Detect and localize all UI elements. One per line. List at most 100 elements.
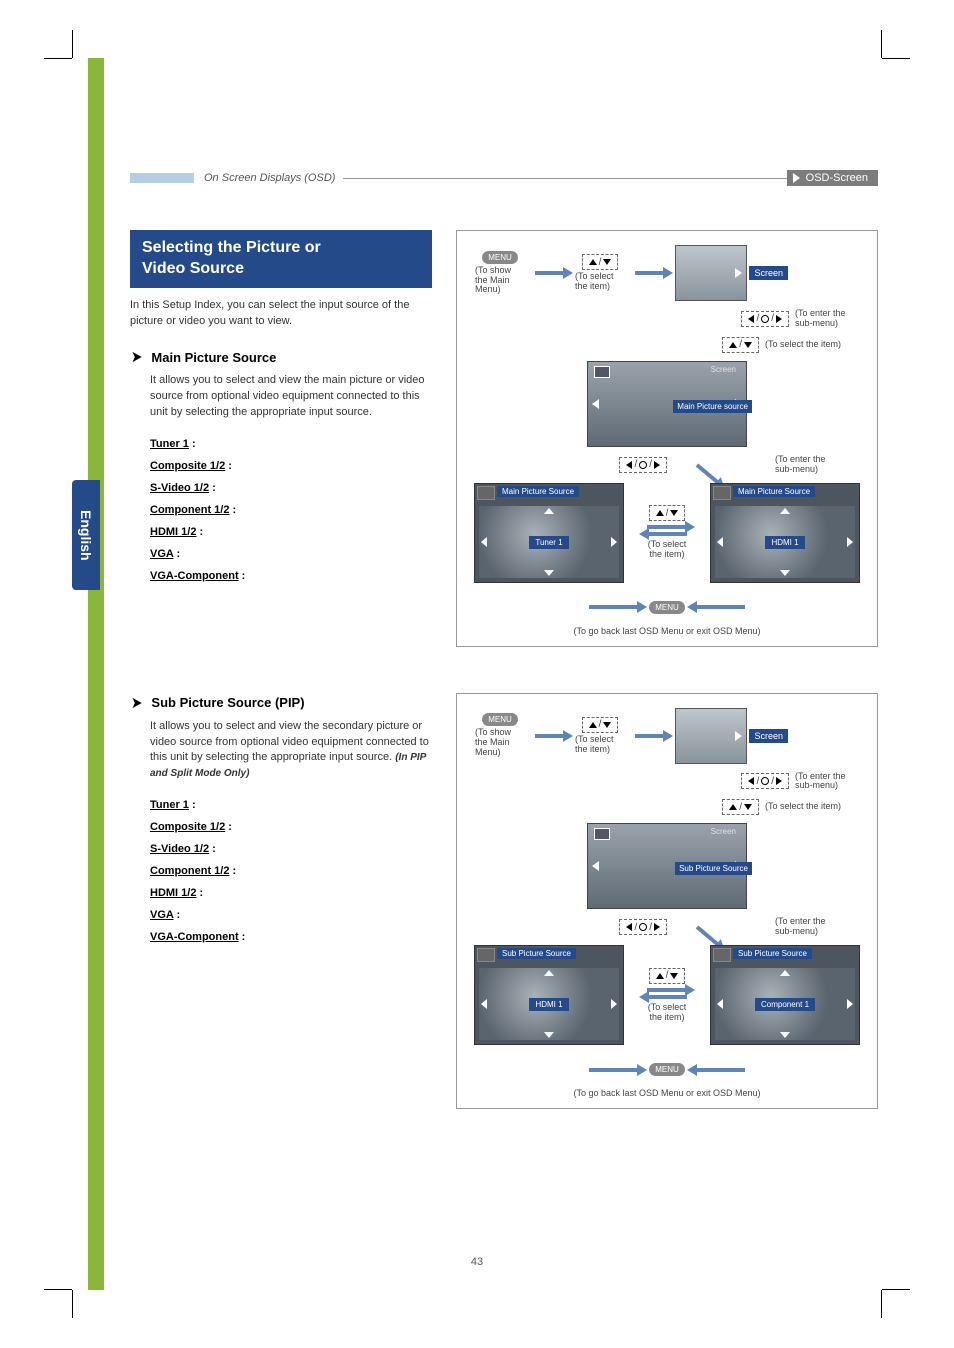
left-column: ➤ Sub Picture Source (PIP) It allows you… [130, 693, 432, 1110]
subsection-heading: ➤ Sub Picture Source (PIP) [130, 693, 432, 713]
crop-mark [44, 1289, 72, 1290]
language-tab: English [72, 480, 100, 590]
source-item: VGA : [150, 904, 432, 926]
osd-submenu-thumbnail: Screen Sub Picture Source [587, 823, 747, 909]
osd-source-panel-right: Main Picture Source HDMI 1 [710, 483, 860, 583]
play-icon [735, 268, 742, 278]
crop-mark [882, 1289, 910, 1290]
diagram-center-controls: / (To select the item) [642, 968, 692, 1023]
tv-icon [477, 486, 495, 500]
header-right-label: OSD-Screen [806, 172, 868, 184]
header-breadcrumb: OSD-Screen [787, 170, 878, 186]
arrow-right-icon [589, 1068, 639, 1072]
triangle-up-icon [780, 508, 790, 514]
section-sub-picture: ➤ Sub Picture Source (PIP) It allows you… [130, 693, 878, 1110]
up-down-key-icon: / [582, 254, 619, 270]
arrow-down-right-icon [696, 463, 720, 484]
page-root: English On Screen Displays (OSD) OSD-Scr… [0, 0, 954, 1348]
menu-button-icon: MENU [649, 1063, 685, 1076]
tv-icon [594, 828, 610, 840]
subsection-body: It allows you to select and view the mai… [150, 373, 432, 421]
diagram-row: MENU (To show the Main Menu) / (To selec… [469, 708, 865, 764]
caption: (To select the item) [642, 1003, 692, 1023]
source-item: S-Video 1/2 : [150, 477, 432, 499]
caption: (To select the item) [575, 735, 625, 755]
panel-value: HDMI 1 [529, 998, 568, 1011]
triangle-left-icon [717, 999, 723, 1009]
diagram-main-picture: MENU (To show the Main Menu) / (To selec… [456, 230, 878, 647]
menu-button-icon: MENU [649, 601, 685, 614]
caption: (To enter the sub-menu) [775, 455, 835, 475]
left-column: Selecting the Picture or Video Source In… [130, 230, 432, 647]
panel-header: Sub Picture Source [497, 948, 576, 959]
menu-button-icon: MENU [482, 251, 518, 264]
callout-label: Sub Picture Source [675, 862, 752, 875]
up-down-key-icon: / [649, 505, 686, 521]
triangle-left-icon [481, 537, 487, 547]
page-header: On Screen Displays (OSD) OSD-Screen [130, 170, 878, 186]
chevron-right-icon: ➤ [131, 347, 142, 367]
triangle-left-icon [592, 861, 599, 871]
osd-submenu-thumbnail: Screen Main Picture source [587, 361, 747, 447]
source-list: Tuner 1 : Composite 1/2 : S-Video 1/2 : … [150, 433, 432, 587]
diagram-row: // (To enter the sub-menu) [469, 309, 865, 329]
crop-mark [72, 30, 73, 58]
triangle-up-icon [780, 970, 790, 976]
triangle-down-icon [544, 1032, 554, 1038]
source-item: Tuner 1 : [150, 433, 432, 455]
section-title-line1: Selecting the Picture or [142, 238, 420, 259]
section-main-picture: Selecting the Picture or Video Source In… [130, 230, 878, 647]
subsection-title: Main Picture Source [151, 350, 276, 365]
page-number: 43 [0, 1256, 954, 1268]
screen-label: Screen [749, 729, 788, 743]
tv-icon [713, 486, 731, 500]
osd-screen-thumbnail: Screen [675, 245, 747, 301]
up-down-key-icon: / [722, 337, 759, 353]
double-arrow-icon [647, 988, 687, 999]
source-item: HDMI 1/2 : [150, 521, 432, 543]
panel-value: Component 1 [755, 998, 815, 1011]
crop-mark [44, 58, 72, 59]
diagram-footer-caption: (To go back last OSD Menu or exit OSD Me… [573, 1088, 760, 1098]
side-green-bar [88, 58, 104, 1290]
caption: (To select the item) [765, 802, 855, 812]
triangle-right-icon [611, 537, 617, 547]
source-item: S-Video 1/2 : [150, 838, 432, 860]
arrow-down-right-icon [696, 926, 720, 947]
triangle-right-icon [611, 999, 617, 1009]
osd-source-panel-right: Sub Picture Source Component 1 [710, 945, 860, 1045]
crop-mark [881, 1290, 882, 1318]
double-arrow-icon [647, 525, 687, 536]
tv-icon [713, 948, 731, 962]
tv-icon [594, 366, 610, 378]
triangle-up-icon [544, 970, 554, 976]
diagram-row: // (To enter the sub-menu) [469, 772, 865, 792]
triangle-left-icon [717, 537, 723, 547]
diagram-row: Sub Picture Source HDMI 1 / [469, 945, 865, 1045]
arrow-right-icon [535, 271, 565, 275]
up-down-key-icon: / [722, 799, 759, 815]
diagram-row: / (To select the item) [469, 337, 865, 353]
diagram-frame: MENU (To show the Main Menu) / (To selec… [456, 230, 878, 647]
arrow-right-icon [635, 271, 665, 275]
source-item: Component 1/2 : [150, 499, 432, 521]
osd-source-panel-left: Sub Picture Source HDMI 1 [474, 945, 624, 1045]
caption: (To show the Main Menu) [475, 266, 525, 296]
triangle-down-icon [780, 1032, 790, 1038]
triangle-up-icon [544, 508, 554, 514]
source-item: Tuner 1 : [150, 794, 432, 816]
diagram-row: // (To enter the sub-menu) [469, 455, 865, 475]
callout-label: Main Picture source [673, 400, 752, 413]
panel-header: Main Picture Source [733, 486, 815, 497]
source-item: VGA-Component : [150, 565, 432, 587]
caption: (To select the item) [642, 540, 692, 560]
arrow-left-icon [695, 605, 745, 609]
source-item: Composite 1/2 : [150, 816, 432, 838]
osd-screen-thumbnail: Screen [675, 708, 747, 764]
diagram-frame: MENU (To show the Main Menu) / (To selec… [456, 693, 878, 1110]
arrow-right-icon [535, 734, 565, 738]
crop-mark [881, 30, 882, 58]
left-ok-right-key-icon: // [619, 457, 667, 473]
triangle-left-icon [592, 399, 599, 409]
left-ok-right-key-icon: // [619, 919, 667, 935]
